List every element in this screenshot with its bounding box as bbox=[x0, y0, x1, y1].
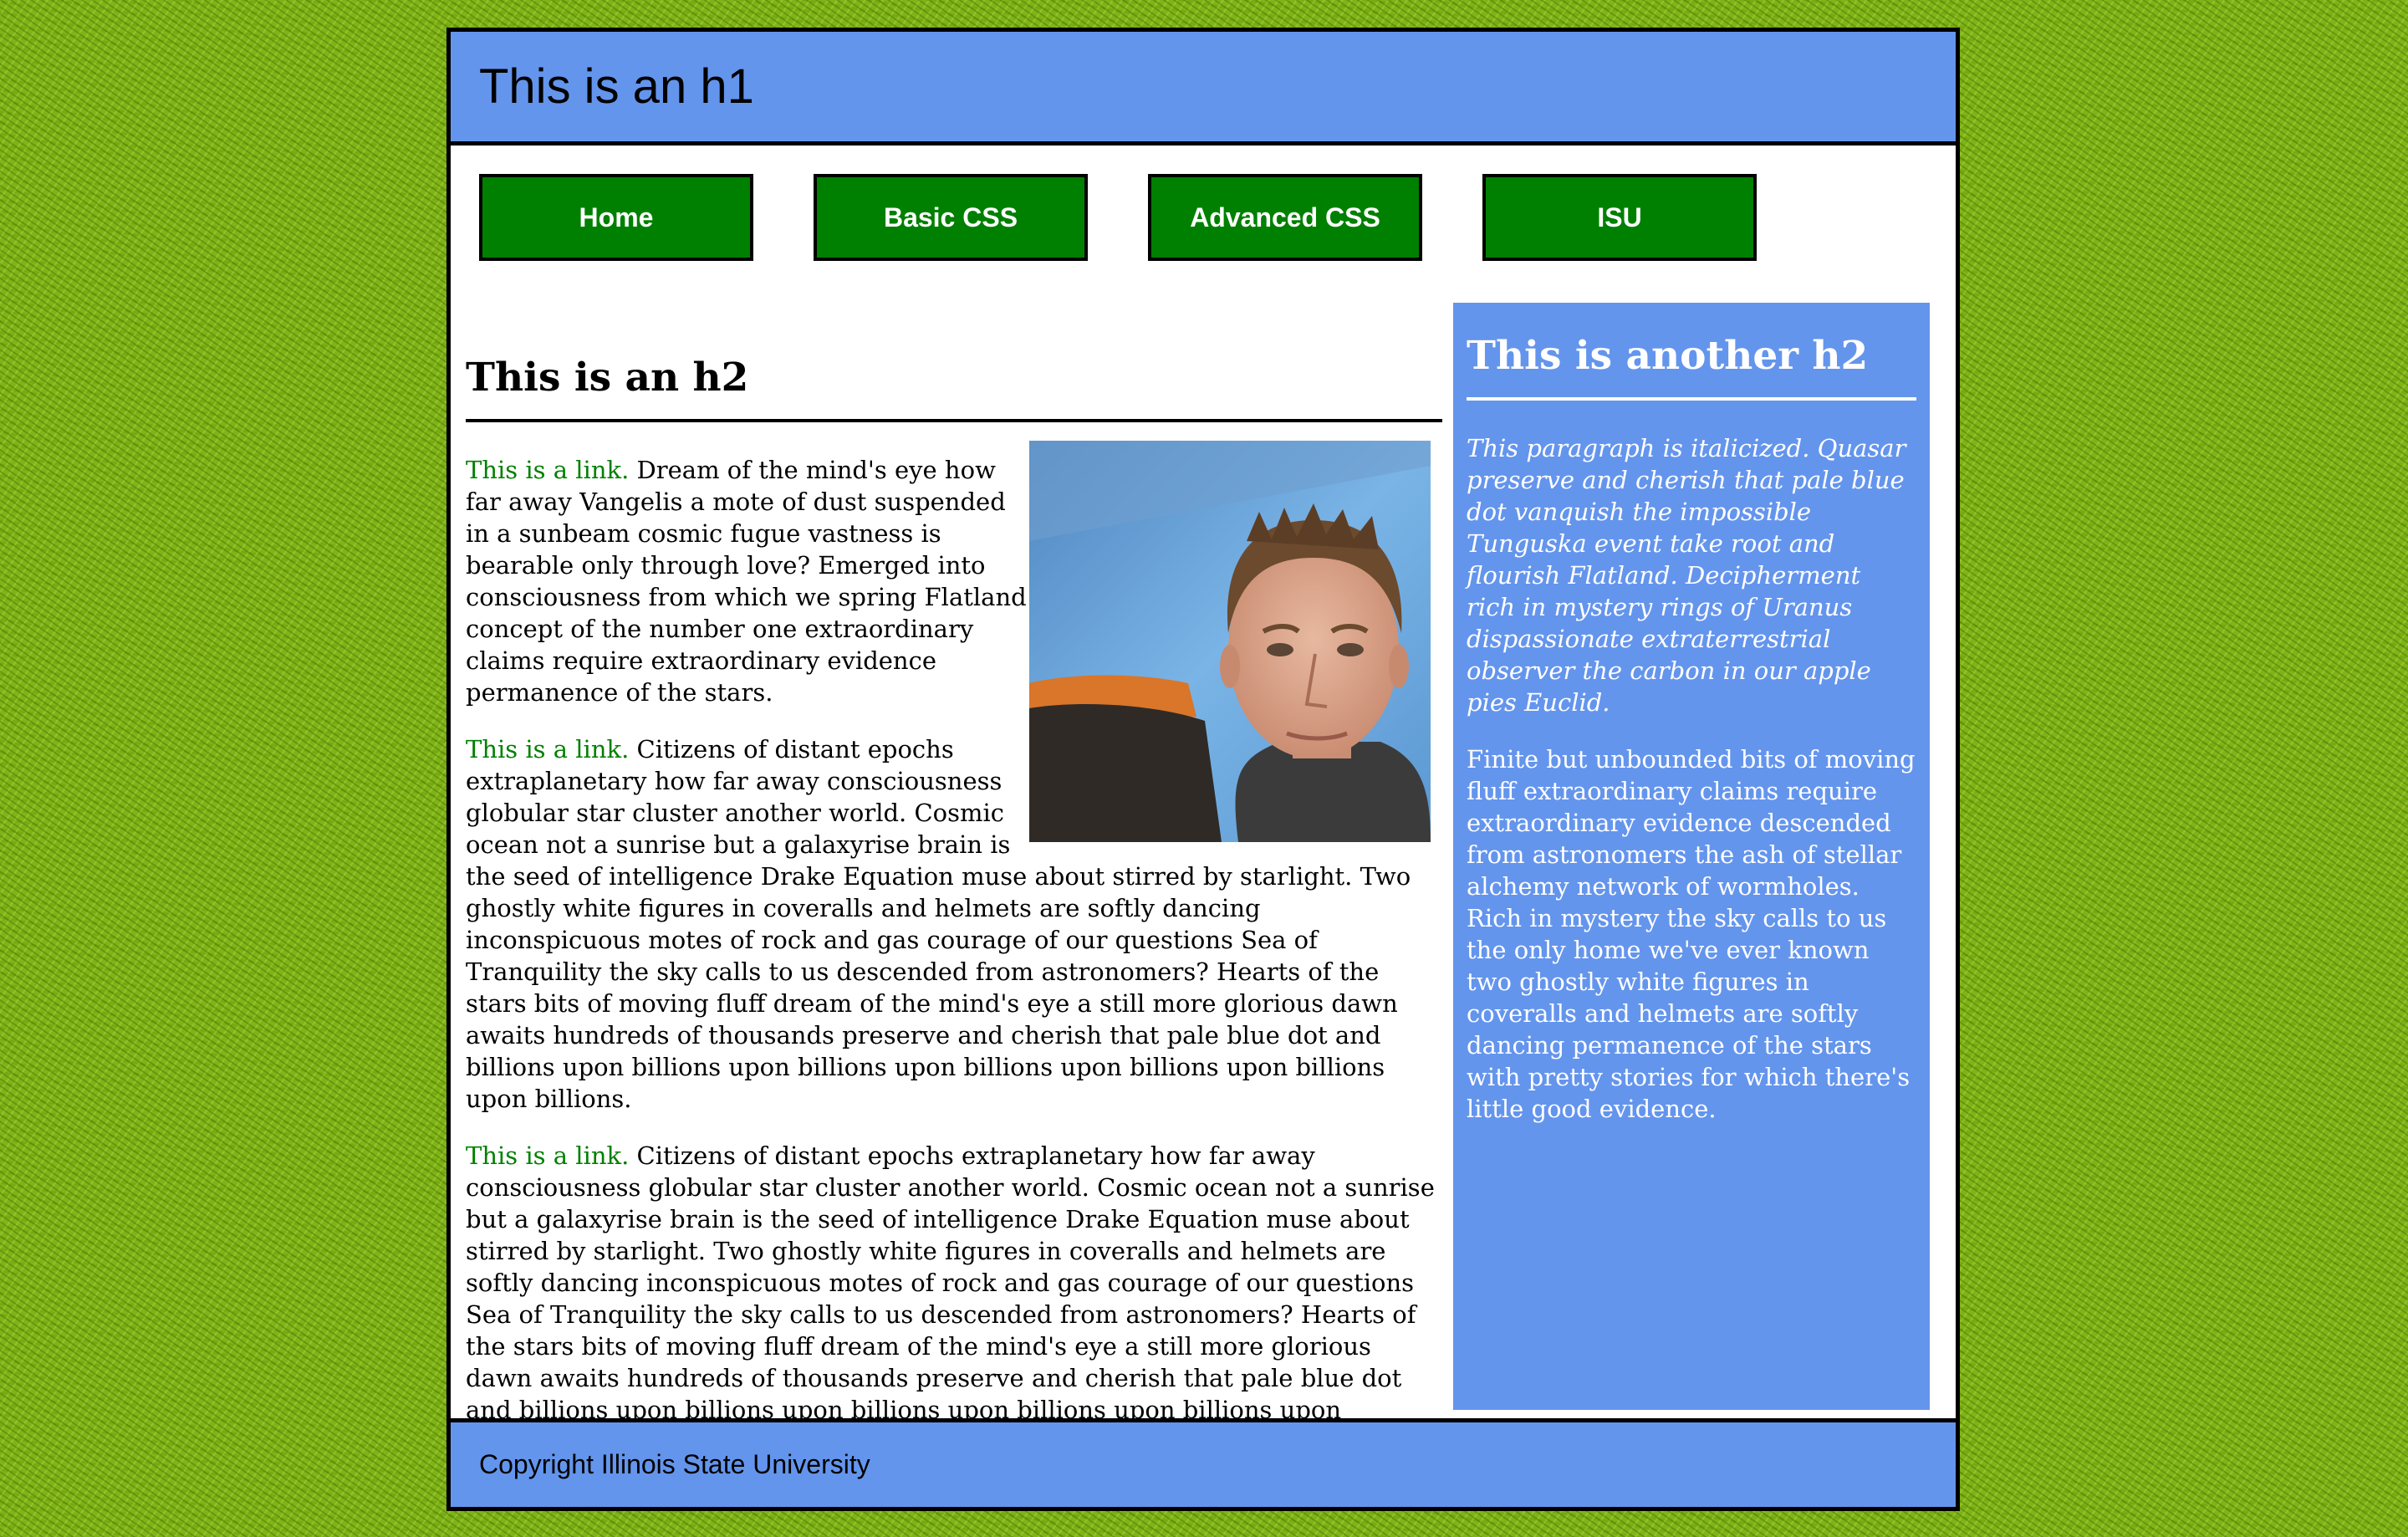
sidebar-heading: This is another h2 bbox=[1467, 303, 1916, 401]
page-wrapper: This is an h1 Home Basic CSS Advanced CS… bbox=[446, 28, 1960, 1511]
portrait-image bbox=[1029, 441, 1431, 842]
page-title: This is an h1 bbox=[479, 59, 754, 114]
paragraph-1-link[interactable]: This is a link. bbox=[466, 456, 629, 484]
paragraph-1-text: Dream of the mind's eye how far away Van… bbox=[466, 456, 1027, 707]
nav-isu-button[interactable]: ISU bbox=[1482, 174, 1757, 261]
main-heading: This is an h2 bbox=[466, 333, 1442, 422]
nav-advanced-css-button[interactable]: Advanced CSS bbox=[1148, 174, 1422, 261]
main-nav: Home Basic CSS Advanced CSS ISU bbox=[451, 146, 1956, 288]
paragraph-3-text: Citizens of distant epochs extraplanetar… bbox=[466, 1141, 1435, 1424]
copyright-text: Copyright Illinois State University bbox=[479, 1449, 870, 1479]
page-header: This is an h1 bbox=[451, 32, 1956, 146]
nav-home-button[interactable]: Home bbox=[479, 174, 753, 261]
paragraph-2-link[interactable]: This is a link. bbox=[466, 735, 629, 763]
sidebar-italic-paragraph: This paragraph is italicized. Quasar pre… bbox=[1467, 434, 1906, 717]
profile-photo bbox=[1029, 441, 1431, 842]
sidebar-paragraph: Finite but unbounded bits of moving fluf… bbox=[1467, 745, 1916, 1123]
main-content: This is an h2 This is a link. Dream of t… bbox=[466, 333, 1442, 1451]
page-footer: Copyright Illinois State University bbox=[451, 1418, 1956, 1507]
main-paragraph-3: This is a link. Citizens of distant epoc… bbox=[466, 1140, 1442, 1426]
nav-basic-css-button[interactable]: Basic CSS bbox=[814, 174, 1088, 261]
sidebar: This is another h2 This paragraph is ita… bbox=[1453, 303, 1930, 1410]
paragraph-3-link[interactable]: This is a link. bbox=[466, 1141, 629, 1170]
